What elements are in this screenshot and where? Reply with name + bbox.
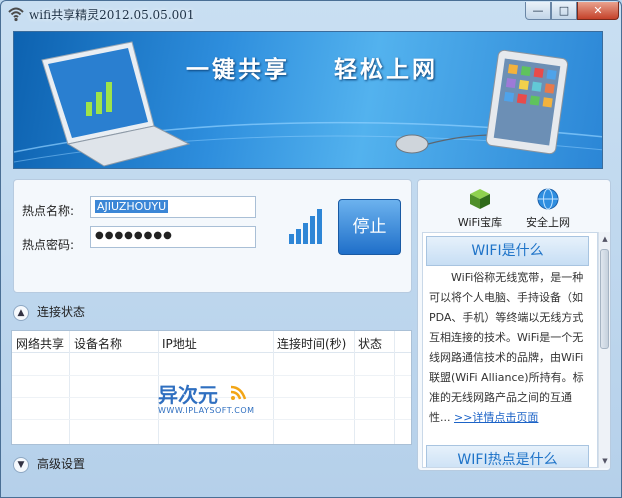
wifi-icon: [8, 7, 24, 22]
treasure-box-icon: [470, 189, 490, 209]
watermark-subtext: WWW.IPLAYSOFT.COM: [158, 406, 255, 415]
safe-browsing-button[interactable]: 安全上网: [508, 188, 588, 230]
column-header[interactable]: IP地址: [162, 335, 197, 352]
hotspot-name-label: 热点名称:: [22, 204, 75, 218]
watermark-text: 异次元: [158, 383, 218, 407]
row-divider: [12, 375, 411, 376]
title-bar[interactable]: wifi共享精灵2012.05.05.001 — □ ✕: [1, 1, 621, 27]
globe-icon: [537, 188, 559, 210]
wifi-treasure-label: WiFi宝库: [457, 216, 503, 229]
info-sidebar: WiFi宝库 安全上网 WIFI是什么 WiFi俗称无线宽带，是一种可以将个人电…: [417, 179, 611, 471]
connection-section-header[interactable]: ▲ 连接状态: [13, 303, 85, 321]
banner-slogan: 一键共享 轻松上网: [186, 56, 439, 83]
column-divider: [69, 331, 70, 444]
table-header: 网络共享 设备名称 IP地址 连接时间(秒) 状态: [12, 331, 411, 353]
column-header[interactable]: 连接时间(秒): [277, 335, 346, 352]
advanced-section-header[interactable]: ▼ 高级设置: [13, 455, 85, 473]
column-divider: [394, 331, 395, 444]
chevron-down-icon: ▼: [13, 456, 29, 473]
banner: 一键共享 轻松上网: [13, 31, 603, 169]
hotspot-password-input[interactable]: ●●●●●●●●: [90, 226, 256, 248]
info-body: WiFi俗称无线宽带，是一种可以将个人电脑、手持设备（如PDA、手机）等终端以无…: [429, 268, 591, 428]
info-scrollbar[interactable]: ▲ ▼: [598, 232, 610, 468]
minimize-button[interactable]: —: [525, 2, 551, 20]
details-link[interactable]: >>详情点击页面: [454, 411, 538, 424]
hotspot-panel: 热点名称: AJIUZHOUYU 热点密码: ●●●●●●●● 停止: [13, 179, 412, 293]
scroll-thumb[interactable]: [600, 249, 609, 349]
connection-section-title: 连接状态: [37, 305, 86, 319]
hotspot-name-value: AJIUZHOUYU: [95, 200, 169, 213]
info-article: WIFI是什么 WiFi俗称无线宽带，是一种可以将个人电脑、手持设备（如PDA、…: [422, 232, 598, 468]
column-header[interactable]: 设备名称: [74, 335, 122, 352]
hotspot-name-input[interactable]: AJIUZHOUYU: [90, 196, 256, 218]
column-header[interactable]: 网络共享: [16, 335, 64, 352]
column-divider: [273, 331, 274, 444]
column-header[interactable]: 状态: [358, 335, 382, 352]
column-divider: [354, 331, 355, 444]
app-window: wifi共享精灵2012.05.05.001 — □ ✕ 一键共享 轻松上网 热…: [0, 0, 622, 498]
watermark-logo: 异次元 WWW.IPLAYSOFT.COM: [158, 379, 268, 421]
wifi-wave-icon: [230, 385, 247, 400]
scroll-down-icon[interactable]: ▼: [599, 454, 610, 468]
safe-browsing-label: 安全上网: [526, 216, 570, 229]
info-next-title[interactable]: WIFI热点是什么: [426, 445, 589, 467]
stop-button[interactable]: 停止: [338, 199, 401, 255]
connection-table[interactable]: 网络共享 设备名称 IP地址 连接时间(秒) 状态 异次元 WWW.IPLAYS…: [11, 330, 412, 445]
chevron-up-icon: ▲: [13, 304, 29, 321]
close-button[interactable]: ✕: [577, 2, 619, 20]
signal-bars-icon: [289, 209, 322, 244]
hotspot-password-label: 热点密码:: [22, 238, 75, 252]
info-title[interactable]: WIFI是什么: [426, 236, 589, 266]
advanced-section-title: 高级设置: [37, 457, 86, 471]
window-title: wifi共享精灵2012.05.05.001: [29, 8, 195, 22]
info-body-text: WiFi俗称无线宽带，是一种可以将个人电脑、手持设备（如PDA、手机）等终端以无…: [429, 271, 584, 424]
scroll-up-icon[interactable]: ▲: [599, 232, 610, 246]
maximize-button[interactable]: □: [551, 2, 577, 20]
